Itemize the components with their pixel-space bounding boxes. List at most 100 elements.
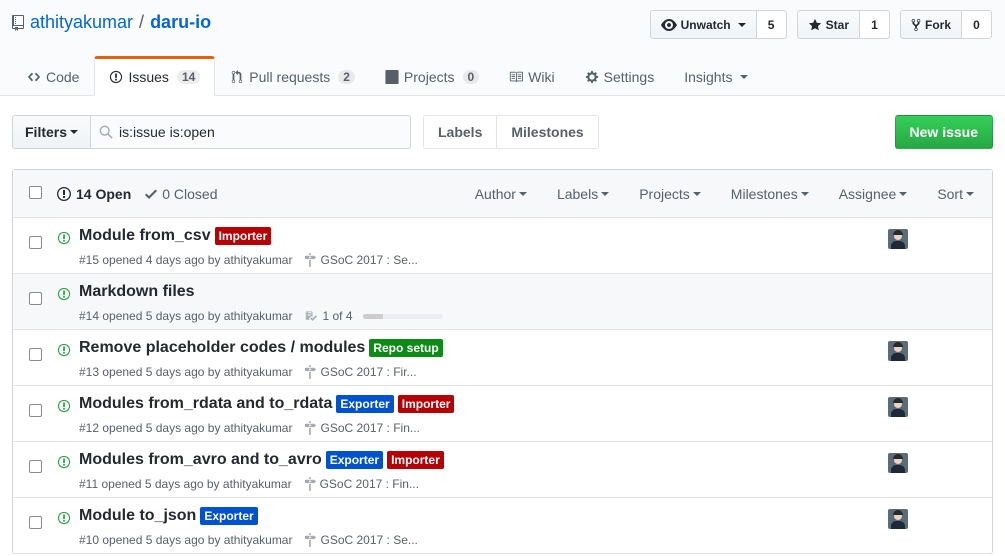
tab-insights[interactable]: Insights [669,56,763,96]
milestone-icon [305,533,317,547]
issue-milestone[interactable]: GSoC 2017 : Fir... [304,365,417,379]
issue-label[interactable]: Importer [397,395,455,413]
issue-row[interactable]: Markdown files #14 opened 5 days ago by a… [13,274,992,330]
issue-title-line: Markdown files [79,283,195,301]
watchers-count[interactable]: 5 [756,10,787,39]
unwatch-button[interactable]: Unwatch [649,10,757,39]
repo-separator: / [139,12,145,32]
star-button[interactable]: Star [796,10,860,39]
issue-title-link[interactable]: Module from_csv [79,227,211,245]
issue-row[interactable]: Modules from_rdata and to_rdata Exporter I… [13,386,992,442]
issue-meta: #15 opened 4 days ago by athityakumar GSo… [79,253,418,267]
issue-title-link[interactable]: Modules from_avro and to_avro [79,451,322,469]
forks-count[interactable]: 0 [962,10,992,39]
search-box [91,115,412,149]
filters-button[interactable]: Filters [12,115,92,149]
issue-row[interactable]: Modules from_avro and to_avro Exporter Imp… [13,442,992,498]
assignee-avatar[interactable] [888,229,908,249]
tab-pull-requests[interactable]: Pull requests 2 [215,56,370,96]
issue-title-link[interactable]: Module to_json [79,507,196,525]
milestone-icon [305,253,317,267]
fork-group: Fork 0 [899,10,992,39]
issue-opened-info: #10 opened 5 days ago by athityakumar [79,533,293,547]
issue-checkbox[interactable] [29,236,42,249]
milestone-title: GSoC 2017 : Se... [320,533,418,547]
issue-milestone[interactable]: GSoC 2017 : Fin... [304,477,419,491]
issue-milestone[interactable]: GSoC 2017 : Se... [304,533,418,547]
gear-icon [585,70,598,84]
issue-label[interactable]: Importer [387,451,444,469]
milestones-menu[interactable]: Milestones [716,186,824,202]
issue-title-line: Modules from_rdata and to_rdata Exporter I… [79,395,455,413]
issue-row[interactable]: Module to_json Exporter #10 opened 5 days … [13,498,992,554]
fork-icon [911,18,921,31]
issue-opened-info: #12 opened 5 days ago by athityakumar [79,421,293,435]
avatar-body [891,353,905,361]
issue-opened-icon [57,511,71,525]
tab-code[interactable]: Code [12,56,94,96]
closed-count-label: 0 Closed [162,185,218,202]
issue-title-line: Modules from_avro and to_avro Exporter Imp… [79,451,444,469]
tab-settings[interactable]: Settings [570,56,670,96]
issue-title-link[interactable]: Modules from_rdata and to_rdata [79,395,332,413]
issue-checkbox[interactable] [29,348,42,361]
search-input[interactable] [91,116,411,148]
issue-label[interactable]: Importer [214,227,272,245]
issue-checkbox[interactable] [29,516,42,529]
sort-menu[interactable]: Sort [922,186,974,202]
issue-label[interactable]: Exporter [336,395,394,413]
issue-title-line: Module from_csv Importer [79,227,272,245]
task-progress-fill [362,313,383,319]
checklist-icon [306,311,318,321]
milestone-title: GSoC 2017 : Se... [320,253,418,267]
tab-label: Settings [603,69,655,85]
milestone-title: GSoC 2017 : Fin... [319,477,419,491]
milestones-link[interactable]: Milestones [497,115,599,149]
issue-label[interactable]: Repo setup [369,339,443,357]
tab-wiki[interactable]: Wiki [494,56,569,96]
assignee-avatar[interactable] [888,509,908,529]
chevron-down-icon [692,191,701,196]
menu-label: Milestones [730,185,798,202]
issue-checkbox[interactable] [29,460,42,473]
open-issues-filter[interactable]: 14 Open [57,186,131,202]
stars-count[interactable]: 1 [859,10,890,39]
milestone-title: GSoC 2017 : Fir... [320,365,417,379]
projects-menu[interactable]: Projects [624,186,716,202]
tab-label: Insights [684,69,733,85]
chevron-down-icon [740,75,749,79]
issue-opened-info: #11 opened 5 days ago by athityakumar [79,477,292,491]
issue-opened-icon [57,455,71,469]
issue-row[interactable]: Module from_csv Importer #15 opened 4 days… [13,218,992,274]
fork-button[interactable]: Fork [899,10,962,39]
assignee-avatar[interactable] [888,453,908,473]
issue-checkbox[interactable] [29,404,42,417]
issue-checkbox[interactable] [29,292,42,305]
check-icon [145,189,158,199]
issue-label[interactable]: Exporter [325,451,384,469]
select-all-checkbox[interactable] [29,186,42,199]
task-count: 1 of 4 [322,309,353,323]
chevron-down-icon [800,191,809,196]
labels-menu[interactable]: Labels [542,186,624,202]
assignee-avatar[interactable] [888,341,908,361]
issue-label[interactable]: Exporter [200,507,258,525]
issue-milestone[interactable]: GSoC 2017 : Se... [304,253,418,267]
issue-title-link[interactable]: Markdown files [79,283,195,301]
repo-nav: Code Issues 14 Pull requests 2 Projects … [12,56,763,96]
assignee-menu[interactable]: Assignee [824,186,923,202]
labels-link[interactable]: Labels [423,115,498,149]
repo-name-link[interactable]: daru-io [150,12,211,33]
filters-label: Filters [25,124,68,140]
tab-projects[interactable]: Projects 0 [370,56,494,96]
issue-milestone[interactable]: GSoC 2017 : Fin... [304,421,420,435]
repo-owner-link[interactable]: athityakumar [30,12,133,33]
closed-issues-filter[interactable]: 0 Closed [145,185,218,202]
author-menu[interactable]: Author [460,186,542,202]
assignee-avatar[interactable] [888,397,908,417]
tab-issues[interactable]: Issues 14 [94,56,216,96]
issue-title-link[interactable]: Remove placeholder codes / modules [79,339,365,357]
issue-row[interactable]: Remove placeholder codes / modules Repo s… [13,330,992,386]
new-issue-button[interactable]: New issue [894,115,993,149]
issue-opened-info: #14 opened 5 days ago by athityakumar [79,309,293,323]
